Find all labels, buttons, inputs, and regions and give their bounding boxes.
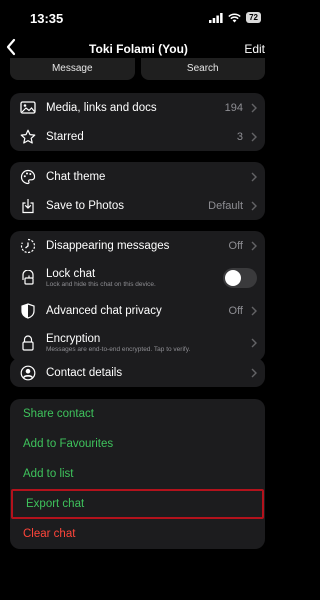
chevron-right-icon <box>247 132 261 142</box>
clear-chat-button[interactable]: Clear chat <box>10 519 265 549</box>
person-icon <box>10 365 46 381</box>
media-group: Media, links and docs 194 Starred 3 <box>10 93 265 151</box>
export-chat-button[interactable]: Export chat <box>11 489 264 519</box>
message-button[interactable]: Message <box>10 58 135 80</box>
media-label: Media, links and docs <box>46 101 157 114</box>
wifi-icon <box>228 12 241 22</box>
chevron-right-icon <box>247 172 261 182</box>
chevron-right-icon <box>247 201 261 211</box>
chat-theme-label: Chat theme <box>46 170 106 183</box>
chevron-right-icon <box>247 368 261 378</box>
save-to-photos-value: Default <box>208 199 243 212</box>
starred-label: Starred <box>46 130 84 143</box>
chevron-right-icon <box>247 306 261 316</box>
palette-icon <box>10 169 46 185</box>
contact-details-label: Contact details <box>46 366 123 379</box>
advanced-privacy-value: Off <box>228 304 243 317</box>
toggle-knob <box>225 270 241 286</box>
chevron-right-icon <box>247 103 261 113</box>
encryption-row[interactable]: Encryption Messages are end-to-end encry… <box>10 325 265 361</box>
download-icon <box>10 198 46 214</box>
actions-group: Share contact Add to Favourites Add to l… <box>10 399 265 549</box>
save-to-photos-row[interactable]: Save to Photos Default <box>10 191 265 220</box>
chat-theme-row[interactable]: Chat theme <box>10 162 265 191</box>
save-to-photos-label: Save to Photos <box>46 199 124 212</box>
contact-details-row[interactable]: Contact details <box>10 358 265 387</box>
add-to-favourites-button[interactable]: Add to Favourites <box>10 429 265 459</box>
privacy-group: Disappearing messages Off Lock chat Lock… <box>10 231 265 361</box>
advanced-privacy-label: Advanced chat privacy <box>46 304 162 317</box>
advanced-chat-privacy-row[interactable]: Advanced chat privacy Off <box>10 296 265 325</box>
encryption-label: Encryption <box>46 333 101 345</box>
timer-icon <box>10 238 46 254</box>
status-bar: 13:35 72 <box>0 0 277 34</box>
add-to-list-button[interactable]: Add to list <box>10 459 265 489</box>
contact-group: Contact details <box>10 358 265 387</box>
chevron-right-icon <box>247 241 261 251</box>
signal-icon <box>209 12 223 23</box>
photo-icon <box>10 101 46 114</box>
status-time: 13:35 <box>30 11 64 26</box>
lock-chat-icon <box>10 270 46 286</box>
starred-row[interactable]: Starred 3 <box>10 122 265 151</box>
quick-actions: Message Search <box>10 58 265 80</box>
encryption-description: Messages are end-to-end encrypted. Tap t… <box>46 346 191 353</box>
lock-chat-label: Lock chat <box>46 268 96 280</box>
shield-icon <box>10 302 46 319</box>
chevron-right-icon <box>247 338 261 348</box>
media-links-docs-row[interactable]: Media, links and docs 194 <box>10 93 265 122</box>
battery-indicator: 72 <box>246 12 261 23</box>
media-count: 194 <box>224 101 243 114</box>
search-button[interactable]: Search <box>140 58 265 80</box>
lock-chat-row: Lock chat Lock and hide this chat on thi… <box>10 260 265 296</box>
edit-button[interactable]: Edit <box>244 42 265 56</box>
disappearing-messages-row[interactable]: Disappearing messages Off <box>10 231 265 260</box>
star-icon <box>10 129 46 145</box>
disappearing-label: Disappearing messages <box>46 239 170 252</box>
lock-chat-description: Lock and hide this chat on this device. <box>46 281 156 288</box>
theme-group: Chat theme Save to Photos Default <box>10 162 265 220</box>
status-icons: 72 <box>209 12 261 23</box>
lock-chat-toggle[interactable] <box>223 268 257 288</box>
share-contact-button[interactable]: Share contact <box>10 399 265 429</box>
page-title: Toki Folami (You) <box>89 42 188 56</box>
lock-icon <box>10 335 46 351</box>
starred-count: 3 <box>236 130 243 143</box>
disappearing-value: Off <box>228 239 243 252</box>
